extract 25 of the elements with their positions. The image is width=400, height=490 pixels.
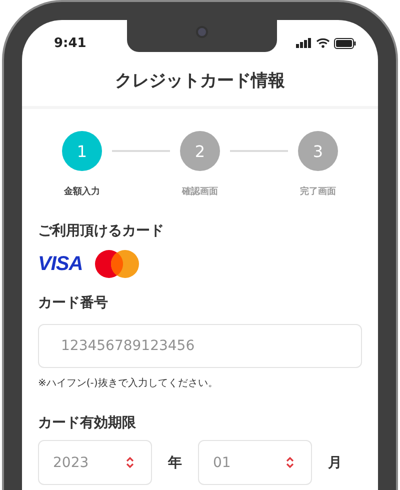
step-label: 確認画面 bbox=[182, 186, 218, 198]
chevron-updown-icon bbox=[286, 456, 294, 469]
overlapping-circles-icon bbox=[94, 250, 139, 278]
unit-label: 年 bbox=[166, 454, 183, 472]
battery-icon bbox=[334, 38, 356, 48]
step-label: 完了画面 bbox=[300, 185, 336, 198]
help-text: ※ハイフン(-)抜きで入力してください。 bbox=[38, 376, 218, 390]
signal-icon bbox=[296, 38, 312, 48]
status-time: 9:41 bbox=[54, 36, 86, 50]
field-label: カード有効期限 bbox=[38, 414, 136, 432]
camera-icon bbox=[196, 26, 208, 38]
step-circle: 3 bbox=[298, 131, 338, 171]
chevron-updown-icon bbox=[126, 456, 134, 469]
page-title: クレジットカード情報 bbox=[115, 70, 285, 92]
wifi-icon bbox=[316, 38, 330, 48]
month-select[interactable]: 01 bbox=[198, 440, 312, 485]
step-circle: 2 bbox=[180, 131, 220, 171]
card-brand-logo: VISA bbox=[38, 252, 83, 276]
step-circle: 1 bbox=[62, 131, 102, 171]
step-label: 金額入力 bbox=[64, 185, 100, 198]
year-select[interactable]: 2023 bbox=[38, 440, 152, 485]
field-label: カード番号 bbox=[38, 294, 108, 312]
card-number-field[interactable]: 123456789123456 bbox=[38, 324, 362, 368]
unit-label: 月 bbox=[327, 454, 343, 472]
section-label: ご利用頂けるカード bbox=[38, 222, 164, 240]
